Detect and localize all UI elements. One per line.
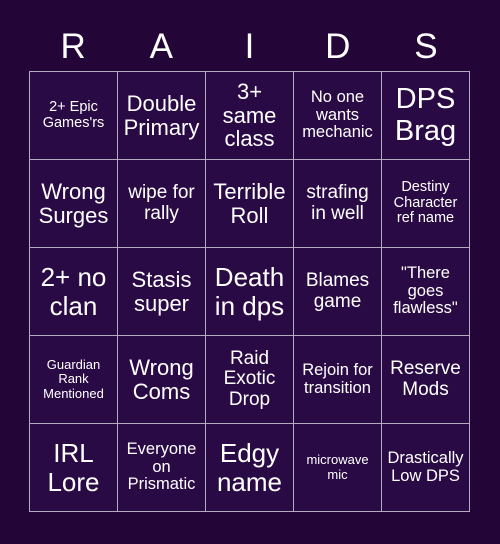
bingo-cell-r1-c0[interactable]: Wrong Surges [30, 160, 117, 247]
bingo-cell-r0-c4[interactable]: DPS Brag [382, 72, 469, 159]
bingo-cell-r2-c3[interactable]: Blames game [294, 248, 381, 335]
bingo-board: R A I D S 2+ Epic Games'rs Double Primary 3+ s… [0, 0, 500, 544]
bingo-cell-r0-c3[interactable]: No one wants mechanic [294, 72, 381, 159]
bingo-cell-label: Drastically Low DPS [387, 448, 464, 485]
bingo-cell-label: Death in dps [214, 262, 285, 321]
bingo-header: RAIDS [29, 22, 470, 71]
header-letter-4: S [414, 27, 438, 66]
bingo-cell-label: No one wants mechanic [302, 87, 373, 142]
bingo-cell-label: Wrong Coms [129, 354, 194, 404]
bingo-cell-label: 2+ no clan [40, 262, 107, 321]
bingo-cell-r2-c4[interactable]: "There goes flawless" [382, 248, 469, 335]
bingo-cell-label: DPS Brag [394, 83, 457, 147]
bingo-cell-r2-c0[interactable]: 2+ no clan [30, 248, 117, 335]
bingo-cell-r3-c4[interactable]: Reserve Mods [382, 336, 469, 423]
bingo-cell-r0-c0[interactable]: 2+ Epic Games'rs [30, 72, 117, 159]
bingo-cell-label: microwave mic [306, 452, 369, 482]
bingo-cell-r3-c1[interactable]: Wrong Coms [118, 336, 205, 423]
bingo-cell-label: Terrible Roll [213, 178, 286, 228]
bingo-cell-label: Double Primary [123, 90, 200, 140]
bingo-cell-label: Stasis super [131, 266, 192, 316]
bingo-cell-r1-c2[interactable]: Terrible Roll [206, 160, 293, 247]
bingo-cell-r1-c4[interactable]: Destiny Character ref name [382, 160, 469, 247]
bingo-cell-r1-c3[interactable]: strafing in well [294, 160, 381, 247]
bingo-cell-label: wipe for rally [128, 181, 195, 224]
bingo-cell-r4-c3[interactable]: microwave mic [294, 424, 381, 511]
header-letter-1: A [149, 27, 173, 66]
bingo-cell-r4-c1[interactable]: Everyone on Prismatic [118, 424, 205, 511]
bingo-cell-label: Blames game [305, 269, 370, 312]
bingo-cell-label: 2+ Epic Games'rs [42, 98, 105, 131]
bingo-grid: 2+ Epic Games'rs Double Primary 3+ same cl… [29, 71, 470, 512]
bingo-cell-r4-c2[interactable]: Edgy name [206, 424, 293, 511]
bingo-cell-r3-c0[interactable]: Guardian Rank Mentioned [30, 336, 117, 423]
bingo-cell-label: Guardian Rank Mentioned [43, 357, 104, 401]
bingo-cell-r4-c4[interactable]: Drastically Low DPS [382, 424, 469, 511]
bingo-cell-label: Wrong Surges [38, 178, 109, 228]
bingo-cell-label: strafing in well [306, 181, 369, 224]
bingo-cell-r3-c3[interactable]: Rejoin for transition [294, 336, 381, 423]
bingo-cell-label: IRL Lore [47, 438, 100, 497]
bingo-cell-label: Raid Exotic Drop [223, 347, 276, 410]
bingo-cell-label: Everyone on Prismatic [126, 439, 197, 494]
bingo-cell-r2-c1[interactable]: Stasis super [118, 248, 205, 335]
header-letter-0: R [60, 27, 86, 66]
bingo-cell-label: Rejoin for transition [302, 360, 373, 397]
bingo-cell-r3-c2[interactable]: Raid Exotic Drop [206, 336, 293, 423]
bingo-cell-label: Destiny Character ref name [393, 179, 458, 227]
bingo-cell-r0-c1[interactable]: Double Primary [118, 72, 205, 159]
header-letter-3: D [325, 27, 351, 66]
bingo-cell-r1-c1[interactable]: wipe for rally [118, 160, 205, 247]
bingo-cell-label: Reserve Mods [390, 357, 461, 400]
bingo-cell-r4-c0[interactable]: IRL Lore [30, 424, 117, 511]
bingo-cell-label: 3+ same class [222, 78, 277, 152]
header-letter-2: I [244, 27, 255, 66]
bingo-cell-r0-c2[interactable]: 3+ same class [206, 72, 293, 159]
bingo-cell-label: Edgy name [216, 438, 283, 497]
bingo-cell-label: "There goes flawless" [393, 263, 458, 318]
bingo-cell-r2-c2[interactable]: Death in dps [206, 248, 293, 335]
